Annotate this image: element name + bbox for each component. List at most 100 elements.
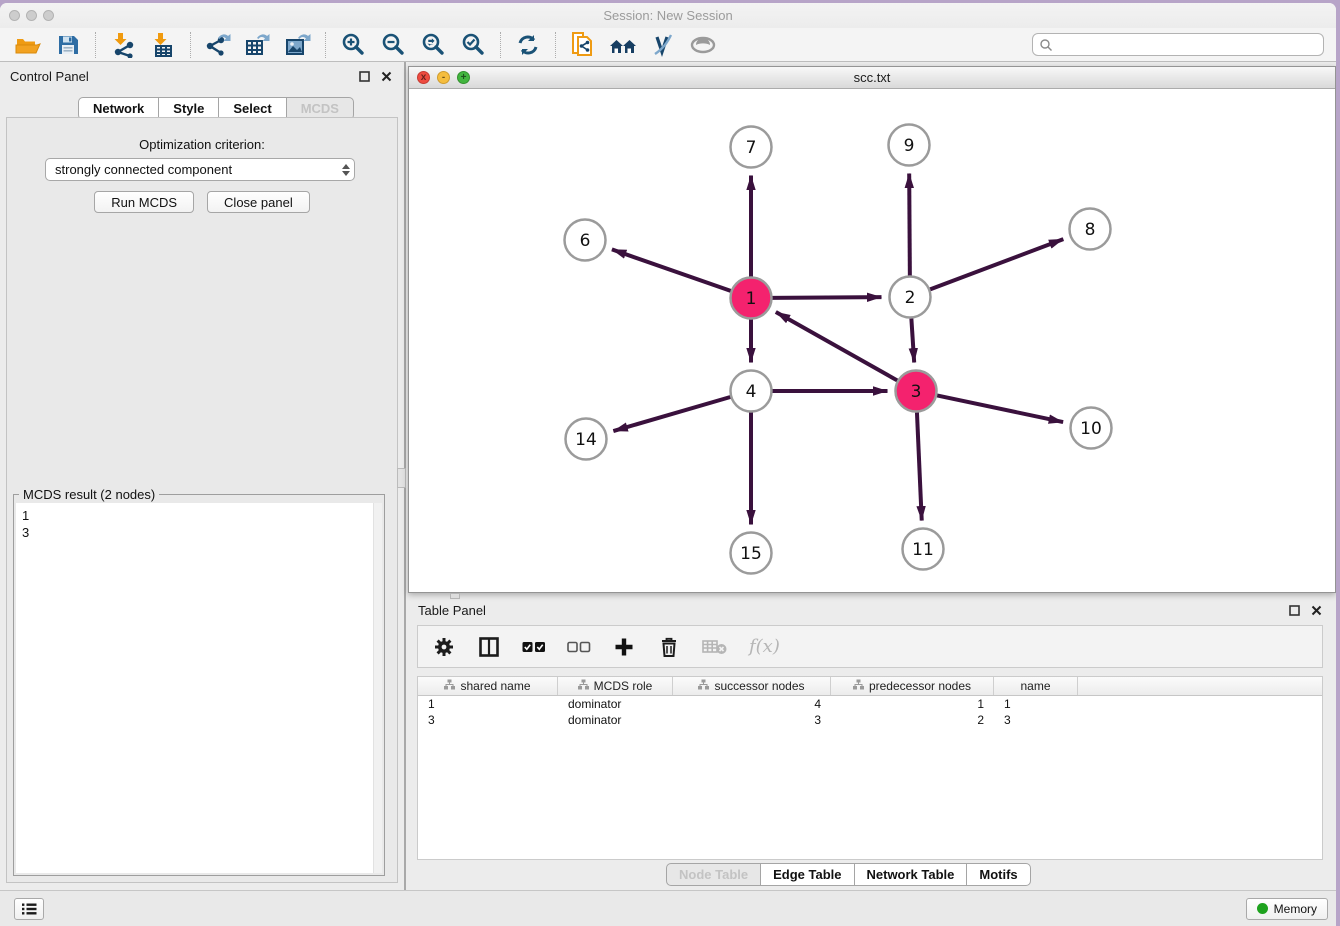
import-network-icon: [110, 32, 136, 58]
network-window: x - + scc.txt 7 9 6 8 1 2 4 3 14 10 15 11: [408, 66, 1336, 593]
status-bar: Memory: [0, 890, 1336, 926]
graph-node-9[interactable]: 9: [889, 125, 930, 166]
export-table-button[interactable]: [240, 31, 276, 59]
graph-node-6[interactable]: 6: [565, 220, 606, 261]
import-table-button[interactable]: [145, 31, 181, 59]
zoom-selected-button[interactable]: [455, 31, 491, 59]
show-all-networks-button[interactable]: [605, 31, 641, 59]
column-label: MCDS role: [594, 679, 653, 693]
task-history-button[interactable]: [14, 898, 44, 920]
graph-edge-2-8[interactable]: [930, 239, 1063, 289]
network-canvas[interactable]: 7 9 6 8 1 2 4 3 14 10 15 11: [409, 89, 1335, 592]
graph-node-1[interactable]: 1: [731, 278, 772, 319]
zoom-window-icon[interactable]: [43, 10, 54, 21]
zoom-fit-button[interactable]: [415, 31, 451, 59]
vertical-splitter-handle[interactable]: [397, 468, 406, 488]
column-header-MCDS-role[interactable]: MCDS role: [558, 677, 673, 695]
graph-edge-2-3[interactable]: [911, 318, 914, 362]
frame-close-icon[interactable]: x: [417, 71, 430, 84]
close-window-icon[interactable]: [9, 10, 20, 21]
tab-network-table[interactable]: Network Table: [854, 863, 968, 886]
mcds-result-title: MCDS result (2 nodes): [19, 487, 159, 502]
graph-node-3[interactable]: 3: [896, 371, 937, 412]
node-label: 1: [746, 289, 757, 309]
result-scrollbar[interactable]: [373, 503, 382, 873]
float-panel-icon[interactable]: [356, 68, 372, 84]
column-header-predecessor-nodes[interactable]: predecessor nodes: [831, 677, 994, 695]
column-header-name[interactable]: name: [994, 677, 1078, 695]
show-columns-button[interactable]: [477, 634, 501, 660]
graph-edge-2-9[interactable]: [909, 173, 910, 275]
open-file-button[interactable]: [10, 31, 46, 59]
column-header-shared-name[interactable]: shared name: [418, 677, 558, 695]
graph-edge-3-10[interactable]: [937, 395, 1063, 422]
tab-edge-table[interactable]: Edge Table: [760, 863, 854, 886]
control-panel-title: Control Panel: [10, 69, 89, 84]
select-all-button[interactable]: [522, 634, 546, 660]
close-panel-button[interactable]: Close panel: [207, 191, 310, 213]
search-box[interactable]: [1032, 33, 1324, 56]
tab-motifs[interactable]: Motifs: [966, 863, 1030, 886]
save-session-button[interactable]: [50, 31, 86, 59]
node-label: 8: [1085, 220, 1096, 240]
graph-node-15[interactable]: 15: [731, 533, 772, 574]
tab-node-table[interactable]: Node Table: [666, 863, 761, 886]
graph-edge-1-2[interactable]: [772, 297, 881, 298]
node-label: 9: [904, 136, 915, 156]
deselect-all-button[interactable]: [567, 634, 591, 660]
graph-edge-3-11[interactable]: [917, 412, 922, 520]
memory-button[interactable]: Memory: [1246, 898, 1328, 920]
add-column-button[interactable]: [612, 634, 636, 660]
run-mcds-button[interactable]: Run MCDS: [94, 191, 194, 213]
graph-node-11[interactable]: 11: [903, 529, 944, 570]
namespace-icon: [698, 679, 709, 693]
graph-node-4[interactable]: 4: [731, 371, 772, 412]
node-label: 2: [905, 288, 916, 308]
graph-node-7[interactable]: 7: [731, 127, 772, 168]
hide-graphics-details-button[interactable]: [645, 31, 681, 59]
table-row[interactable]: 1dominator411: [418, 696, 1322, 712]
export-network-button[interactable]: [200, 31, 236, 59]
float-table-panel-icon[interactable]: [1286, 602, 1302, 618]
graph-edge-4-14[interactable]: [613, 397, 730, 431]
search-input[interactable]: [1053, 38, 1317, 52]
open-file-icon: [15, 33, 41, 57]
graph-edge-1-6[interactable]: [612, 249, 731, 291]
table-cell: 2: [831, 712, 994, 728]
table-cell: 1: [418, 696, 558, 712]
table-cell: 3: [418, 712, 558, 728]
network-window-titlebar[interactable]: x - + scc.txt: [409, 67, 1335, 89]
graph-node-2[interactable]: 2: [890, 277, 931, 318]
duplicate-network-button[interactable]: [565, 31, 601, 59]
mcds-result-textarea[interactable]: 1 3: [16, 503, 382, 873]
namespace-icon: [578, 679, 589, 693]
export-image-button[interactable]: [280, 31, 316, 59]
table-toolbar: f(x): [417, 625, 1323, 668]
close-panel-icon[interactable]: [378, 68, 394, 84]
graph-node-14[interactable]: 14: [566, 419, 607, 460]
birds-eye-view-button[interactable]: [685, 31, 721, 59]
column-label: predecessor nodes: [869, 679, 971, 693]
optimization-criterion-select[interactable]: strongly connected component: [45, 158, 355, 181]
graph-node-10[interactable]: 10: [1071, 408, 1112, 449]
frame-maximize-icon[interactable]: +: [457, 71, 470, 84]
minimize-window-icon[interactable]: [26, 10, 37, 21]
function-builder-button[interactable]: f(x): [749, 634, 780, 660]
delete-column-button[interactable]: [657, 634, 681, 660]
column-header-successor-nodes[interactable]: successor nodes: [673, 677, 831, 695]
gear-button[interactable]: [432, 634, 456, 660]
apply-layout-button[interactable]: [510, 31, 546, 59]
content-area: Control Panel NetworkStyleSelectMCDS Opt…: [0, 62, 1336, 890]
memory-status-icon: [1257, 903, 1268, 914]
close-table-panel-icon[interactable]: [1308, 602, 1324, 618]
window-title: Session: New Session: [0, 3, 1336, 28]
birds-eye-view-icon: [689, 33, 717, 57]
zoom-in-button[interactable]: [335, 31, 371, 59]
graph-node-8[interactable]: 8: [1070, 209, 1111, 250]
import-network-button[interactable]: [105, 31, 141, 59]
zoom-out-button[interactable]: [375, 31, 411, 59]
delete-table-button[interactable]: [702, 634, 728, 660]
graph-edge-3-1[interactable]: [776, 312, 897, 380]
frame-minimize-icon[interactable]: -: [437, 71, 450, 84]
table-row[interactable]: 3dominator323: [418, 712, 1322, 728]
